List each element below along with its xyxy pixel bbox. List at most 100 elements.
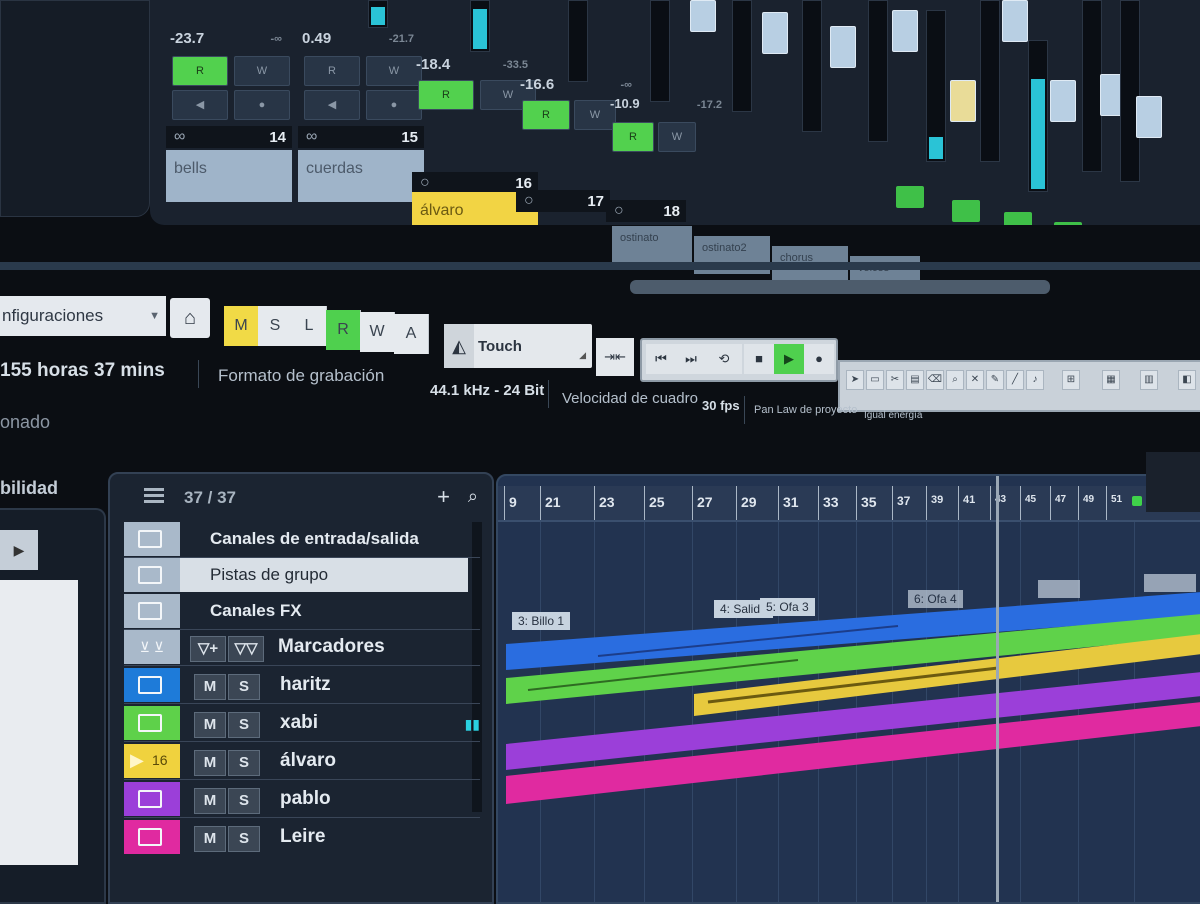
record-time-remaining: 155 horas 37 mins [0, 360, 165, 381]
monitor-button[interactable] [1054, 222, 1082, 225]
monitor-button[interactable] [952, 200, 980, 222]
play-button[interactable]: ▶ [774, 344, 804, 374]
mute-tool-icon[interactable]: ✕ [966, 370, 984, 390]
record-format-value[interactable]: 44.1 kHz - 24 Bit [430, 382, 544, 399]
monitor-button[interactable]: R [522, 100, 570, 130]
draw-icon[interactable]: ✎ [986, 370, 1004, 390]
add-cycle-marker-button[interactable]: ▽▽ [228, 636, 264, 662]
solo-button[interactable]: S [228, 750, 260, 776]
track-row-io-channels[interactable]: Canales de entrada/salida [124, 522, 480, 556]
listen-button[interactable]: ◀ [304, 90, 360, 120]
mode-r-button[interactable]: R [326, 310, 361, 350]
search-icon[interactable]: ⌕ [468, 486, 478, 507]
color-icon[interactable]: ◧ [1178, 370, 1196, 390]
stop-button[interactable]: ■ [744, 344, 774, 374]
write-button[interactable]: W [234, 56, 290, 86]
solo-button[interactable]: S [228, 712, 260, 738]
visibility-list[interactable] [0, 580, 78, 865]
play-tool-icon[interactable]: ♪ [1026, 370, 1044, 390]
menu-icon[interactable] [144, 488, 164, 504]
mute-button[interactable]: M [194, 712, 226, 738]
mixer-scrollbar[interactable] [630, 280, 1050, 294]
home-icon[interactable]: ⌂ [170, 298, 210, 338]
channel-name[interactable]: ostinato [612, 226, 692, 264]
channel-name[interactable]: cuerdas [298, 150, 424, 202]
track-row-pablo[interactable]: M S pablo [124, 782, 480, 816]
playhead-cursor[interactable] [996, 476, 999, 902]
chevron-right-icon[interactable]: ▶ [0, 530, 38, 570]
go-to-end-button[interactable]: ⏭ [676, 344, 706, 374]
circle-icon[interactable]: ○ [614, 202, 624, 220]
fader-handle[interactable] [892, 10, 918, 52]
solo-button[interactable]: S [228, 674, 260, 700]
link-icon[interactable]: ∞ [306, 128, 317, 146]
solo-button[interactable]: S [228, 788, 260, 814]
mode-m-button[interactable]: M [224, 306, 259, 346]
insert-toggle-icon[interactable]: ⇥⇤ [596, 338, 634, 376]
snap-icon[interactable]: ⊞ [1062, 370, 1080, 390]
range-icon[interactable]: ▭ [866, 370, 884, 390]
fader-handle[interactable] [1002, 0, 1028, 42]
channel-name[interactable]: bells [166, 150, 292, 202]
circle-icon[interactable]: ○ [420, 174, 430, 192]
fader-handle[interactable] [690, 0, 716, 32]
pointer-icon[interactable]: ➤ [846, 370, 864, 390]
project-arrange-window[interactable]: 9 21 23 25 27 29 31 33 35 37 39 41 43 45… [496, 474, 1200, 904]
monitor-button[interactable] [896, 186, 924, 208]
quantize-icon[interactable]: ▥ [1140, 370, 1158, 390]
mode-l-button[interactable]: L [292, 306, 327, 346]
record-button[interactable]: ● [234, 90, 290, 120]
track-row-xabi[interactable]: M S xabi ▮▮ [124, 706, 480, 740]
pan-law-value[interactable]: Igual energía [864, 410, 922, 421]
zoom-icon[interactable]: ⌕ [946, 370, 964, 390]
track-row-markers[interactable]: ⊻ ⊻ ▽+ ▽▽ Marcadores [124, 630, 480, 664]
grid-icon[interactable]: ▦ [1102, 370, 1120, 390]
track-row-leire[interactable]: M S Leire [124, 820, 480, 854]
fader-handle[interactable] [762, 12, 788, 54]
fader-handle[interactable] [830, 26, 856, 68]
window-divider [0, 262, 1200, 270]
level-meter [926, 10, 946, 162]
circle-icon[interactable]: ○ [524, 192, 534, 210]
track-row-fx-channels[interactable]: Canales FX [124, 594, 480, 628]
mode-w-button[interactable]: W [360, 312, 395, 352]
add-marker-button[interactable]: ▽+ [190, 636, 226, 662]
listen-button[interactable]: ◀ [172, 90, 228, 120]
automation-mode-dropdown[interactable]: ◭ Touch ◢ [444, 324, 592, 368]
add-track-icon[interactable]: + [437, 484, 450, 510]
mute-button[interactable]: M [194, 750, 226, 776]
record-button[interactable]: ● [804, 344, 834, 374]
mute-button[interactable]: M [194, 788, 226, 814]
fader-handle[interactable] [1136, 96, 1162, 138]
folder-icon [138, 530, 162, 548]
monitor-button[interactable]: R [612, 122, 654, 152]
configurations-dropdown[interactable]: nfiguraciones ▼ [0, 296, 166, 336]
line-icon[interactable]: ╱ [1006, 370, 1024, 390]
mode-s-button[interactable]: S [258, 306, 293, 346]
monitor-button[interactable] [1004, 212, 1032, 225]
mode-a-button[interactable]: A [394, 314, 429, 354]
pan-law-label[interactable]: Pan Law de proyecto [754, 404, 857, 416]
solo-button[interactable]: S [228, 826, 260, 852]
record-format-label[interactable]: Formato de grabación [218, 366, 384, 386]
fader-handle[interactable] [1050, 80, 1076, 122]
cycle-button[interactable]: ⟲ [706, 344, 742, 374]
monitor-button[interactable]: R [304, 56, 360, 86]
fader-handle[interactable] [950, 80, 976, 122]
frame-rate-value[interactable]: 30 fps [702, 398, 740, 413]
glue-icon[interactable]: ▤ [906, 370, 924, 390]
mixer-console: -23.7 -∞ R W ◀ ● ∞ 14 bells 0.49 -21.7 R W … [150, 0, 1200, 225]
go-to-start-button[interactable]: ⏮ [646, 344, 676, 374]
track-row-haritz[interactable]: M S haritz [124, 668, 480, 702]
mute-button[interactable]: M [194, 826, 226, 852]
monitor-button[interactable]: R [172, 56, 228, 86]
erase-icon[interactable]: ⌫ [926, 370, 944, 390]
track-row-alvaro[interactable]: ▶ 16 M S álvaro [124, 744, 480, 778]
write-button[interactable]: W [658, 122, 696, 152]
monitor-button[interactable]: R [418, 80, 474, 110]
track-row-group-tracks[interactable]: Pistas de grupo [124, 558, 480, 592]
split-icon[interactable]: ✂ [886, 370, 904, 390]
link-icon[interactable]: ∞ [174, 128, 185, 146]
frame-rate-label[interactable]: Velocidad de cuadro [562, 390, 698, 407]
mute-button[interactable]: M [194, 674, 226, 700]
